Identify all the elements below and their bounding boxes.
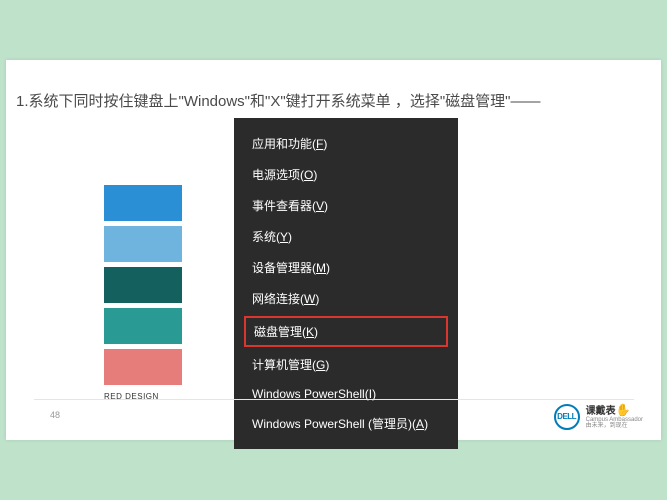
menu-item-label: 应用和功能: [252, 137, 312, 151]
swatch-4: [104, 308, 182, 344]
menu-item-y[interactable]: 系统(Y): [234, 221, 458, 252]
partner-name: 课戴表✋: [586, 404, 643, 417]
dell-logo-icon: DELL: [554, 404, 580, 430]
hand-icon: ✋: [616, 403, 631, 417]
slide-content: 1.系统下同时按住键盘上"Windows"和"X"键打开系统菜单 ，选择"磁盘管…: [6, 60, 661, 440]
footer-logos: DELL 课戴表✋ Campus Ambassador 由未来，到现在: [554, 404, 643, 430]
menu-item-hotkey: M: [316, 261, 326, 275]
color-palette: RED DESIGN: [104, 185, 182, 401]
menu-item-f[interactable]: 应用和功能(F): [234, 128, 458, 159]
instruction-title: 1.系统下同时按住键盘上"Windows"和"X"键打开系统菜单 ，选择"磁盘管…: [16, 90, 540, 111]
menu-item-hotkey: O: [304, 168, 313, 182]
menu-item-hotkey: K: [306, 325, 314, 339]
menu-item-hotkey: F: [316, 137, 323, 151]
swatch-5: [104, 349, 182, 385]
menu-item-w[interactable]: 网络连接(W): [234, 283, 458, 314]
partner-logo: 课戴表✋ Campus Ambassador 由未来，到现在: [586, 404, 643, 430]
menu-item-i[interactable]: Windows PowerShell(I): [234, 380, 458, 408]
menu-item-hotkey: W: [304, 292, 315, 306]
menu-item-label: 磁盘管理: [254, 325, 302, 339]
swatch-2: [104, 226, 182, 262]
swatch-1: [104, 185, 182, 221]
menu-item-label: Windows PowerShell (管理员): [252, 417, 412, 431]
menu-item-v[interactable]: 事件查看器(V): [234, 190, 458, 221]
menu-item-hotkey: V: [316, 199, 324, 213]
swatch-3: [104, 267, 182, 303]
menu-item-k[interactable]: 磁盘管理(K): [244, 316, 448, 347]
menu-item-g[interactable]: 计算机管理(G): [234, 349, 458, 380]
menu-item-label: 事件查看器: [252, 199, 312, 213]
menu-item-hotkey: A: [416, 417, 424, 431]
menu-item-label: 网络连接: [252, 292, 300, 306]
footer-divider: [34, 399, 634, 400]
page-number: 48: [50, 410, 60, 420]
menu-item-label: 设备管理器: [252, 261, 312, 275]
menu-item-a[interactable]: Windows PowerShell (管理员)(A): [234, 408, 458, 439]
menu-item-m[interactable]: 设备管理器(M): [234, 252, 458, 283]
menu-item-label: 电源选项: [252, 168, 300, 182]
menu-item-hotkey: Y: [280, 230, 288, 244]
menu-item-label: 计算机管理: [252, 358, 312, 372]
menu-item-hotkey: G: [316, 358, 325, 372]
menu-item-label: 系统: [252, 230, 276, 244]
menu-item-o[interactable]: 电源选项(O): [234, 159, 458, 190]
partner-sub: 由未来，到现在: [586, 423, 643, 430]
